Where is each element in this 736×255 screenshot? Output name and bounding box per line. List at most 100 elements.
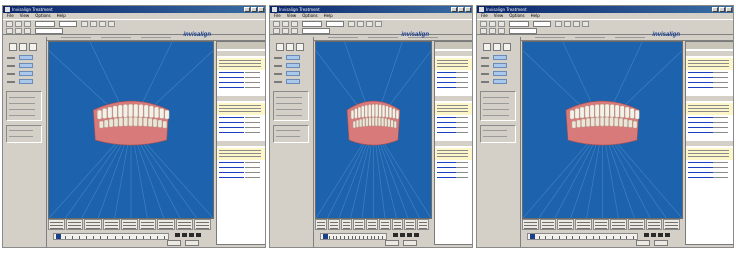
toolbar-button[interactable] [99, 21, 106, 27]
stage-button[interactable] [592, 219, 610, 230]
rotate-button[interactable] [29, 43, 37, 51]
attachment-link[interactable] [688, 172, 713, 173]
toolbar-button[interactable] [357, 21, 364, 27]
attachment-link[interactable] [219, 77, 244, 78]
attachment-link[interactable] [688, 167, 713, 168]
slider-thumb[interactable] [323, 234, 328, 239]
cancel-button[interactable] [654, 240, 668, 246]
stage-button[interactable] [66, 219, 84, 230]
playback-button[interactable] [182, 233, 187, 237]
toolbar-button[interactable] [6, 21, 13, 27]
playback-button[interactable] [665, 233, 670, 237]
toolbar-button[interactable] [291, 28, 298, 34]
grid-view-button[interactable] [483, 43, 491, 51]
attachment-link[interactable] [688, 127, 713, 128]
playback-button[interactable] [651, 233, 656, 237]
attachment-link[interactable] [688, 132, 713, 133]
stage-button[interactable] [366, 219, 378, 230]
toolbar-button[interactable] [480, 21, 487, 27]
measurement-field[interactable] [286, 63, 300, 68]
playback-button[interactable] [658, 233, 663, 237]
stage-button[interactable] [120, 219, 139, 230]
stage-button[interactable] [48, 219, 66, 230]
measurement-field[interactable] [19, 71, 33, 76]
dental-3d-model[interactable] [316, 42, 431, 218]
attachment-link[interactable] [219, 82, 244, 83]
measurement-field[interactable] [493, 63, 507, 68]
dental-3d-model[interactable] [49, 42, 213, 218]
attachment-link[interactable] [437, 177, 457, 178]
toolbar-button[interactable] [282, 21, 289, 27]
dental-3d-model[interactable] [523, 42, 682, 218]
toolbar-button[interactable] [81, 21, 88, 27]
stage-button[interactable] [327, 219, 340, 230]
view-select[interactable] [302, 28, 330, 34]
toolbar-button[interactable] [15, 21, 22, 27]
grid-view-button[interactable] [276, 43, 284, 51]
stage-select[interactable] [326, 21, 344, 27]
measurement-field[interactable] [19, 55, 33, 60]
stage-select[interactable] [59, 21, 77, 27]
zoom-button[interactable] [286, 43, 294, 51]
stage-slider[interactable] [53, 233, 169, 240]
measurement-field[interactable] [493, 55, 507, 60]
attachment-link[interactable] [437, 122, 457, 123]
attachment-link[interactable] [437, 127, 457, 128]
toolbar-button[interactable] [489, 21, 496, 27]
close-button[interactable] [726, 7, 732, 12]
stage-select[interactable] [533, 21, 551, 27]
attachment-link[interactable] [219, 177, 244, 178]
attachment-link[interactable] [688, 82, 713, 83]
attachment-link[interactable] [219, 122, 244, 123]
patient-select[interactable] [35, 21, 55, 27]
3d-viewport[interactable] [522, 41, 683, 219]
stage-button[interactable] [378, 219, 391, 230]
stage-button[interactable] [175, 219, 193, 230]
rotate-button[interactable] [296, 43, 304, 51]
toolbar-button[interactable] [498, 28, 505, 34]
stage-button[interactable] [353, 219, 366, 230]
rotate-button[interactable] [503, 43, 511, 51]
toolbar-button[interactable] [489, 28, 496, 34]
stage-button[interactable] [139, 219, 157, 230]
toolbar-button[interactable] [375, 21, 382, 27]
zoom-button[interactable] [493, 43, 501, 51]
toolbar-button[interactable] [564, 21, 571, 27]
attachment-link[interactable] [219, 87, 244, 88]
stage-button[interactable] [193, 219, 211, 230]
stage-button[interactable] [417, 219, 429, 230]
attachment-link[interactable] [688, 87, 713, 88]
attachment-link[interactable] [688, 122, 713, 123]
3d-viewport[interactable] [315, 41, 432, 219]
ok-button[interactable] [636, 240, 650, 246]
stage-button[interactable] [539, 219, 557, 230]
attachment-link[interactable] [437, 132, 457, 133]
attachment-link[interactable] [437, 82, 457, 83]
attachment-link[interactable] [437, 77, 457, 78]
playback-button[interactable] [189, 233, 194, 237]
attachment-link[interactable] [219, 172, 244, 173]
toolbar-button[interactable] [15, 28, 22, 34]
stage-button[interactable] [84, 219, 102, 230]
toolbar-button[interactable] [348, 21, 355, 27]
stage-button[interactable] [157, 219, 175, 230]
measurement-field[interactable] [493, 71, 507, 76]
patient-select[interactable] [509, 21, 529, 27]
ok-button[interactable] [385, 240, 399, 246]
toolbar-button[interactable] [282, 28, 289, 34]
attachment-link[interactable] [219, 117, 244, 118]
stage-button[interactable] [391, 219, 404, 230]
measurement-field[interactable] [286, 55, 300, 60]
toolbar-button[interactable] [273, 28, 280, 34]
attachment-link[interactable] [437, 162, 457, 163]
attachment-link[interactable] [219, 72, 244, 73]
attachment-link[interactable] [437, 172, 457, 173]
playback-button[interactable] [196, 233, 201, 237]
measurement-field[interactable] [19, 79, 33, 84]
view-select[interactable] [35, 28, 63, 34]
playback-button[interactable] [175, 233, 180, 237]
toolbar-button[interactable] [480, 28, 487, 34]
stage-button[interactable] [102, 219, 120, 230]
stage-button[interactable] [628, 219, 645, 230]
stage-button[interactable] [404, 219, 417, 230]
